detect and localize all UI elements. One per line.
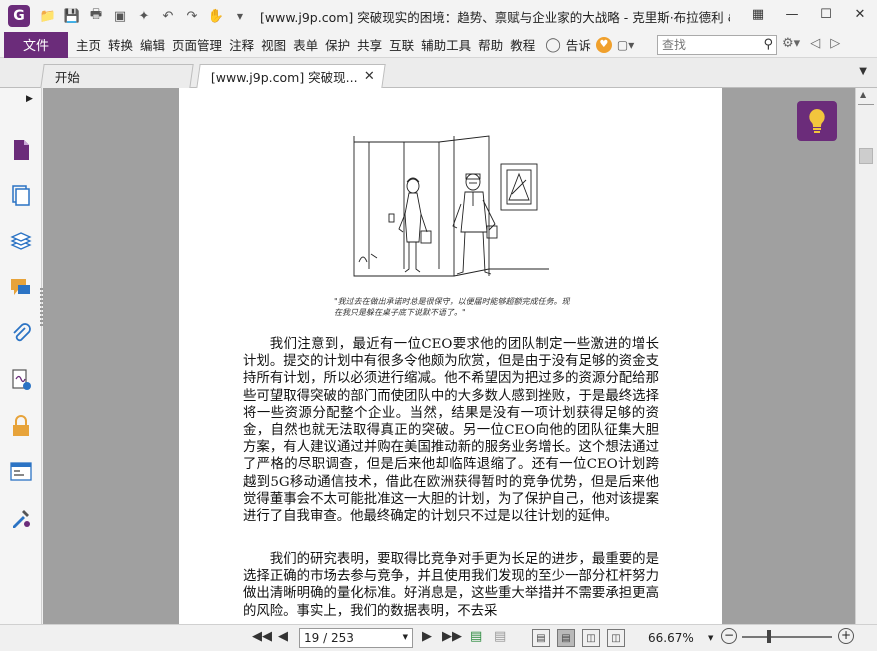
first-page-icon[interactable]: ◀◀ [252, 629, 272, 644]
comment-tool-icon[interactable]: ▢▾ [617, 38, 634, 52]
facing-view-icon[interactable]: ◫ [582, 629, 600, 647]
minimize-button[interactable]: — [775, 0, 809, 28]
illustration-caption: "我过去在做出承诺时总是很保守，以便届时能够超额完成任务。现在我只是躲在桌子底下… [334, 297, 570, 317]
last-page-icon[interactable]: ▶▶ [442, 629, 462, 644]
menu-edit[interactable]: 编辑 [140, 35, 165, 54]
hand-tool-icon[interactable]: ✋ [206, 6, 226, 26]
document-area: "我过去在做出承诺时总是很保守，以便届时能够超额完成任务。现在我只是躲在桌子底下… [43, 88, 855, 624]
menu-connect[interactable]: 互联 [389, 35, 414, 54]
scrollbar-thumb[interactable] [859, 148, 873, 164]
menu-convert[interactable]: 转换 [108, 35, 133, 54]
form-fields-icon[interactable] [9, 460, 33, 484]
zoom-level[interactable]: 66.67% [648, 631, 694, 645]
tab-label: 开始 [54, 70, 80, 85]
comments-icon[interactable] [9, 276, 33, 300]
chevron-left-icon[interactable]: ◁ [810, 36, 820, 51]
menu-protect[interactable]: 保护 [325, 35, 350, 54]
menu-accessibility[interactable]: 辅助工具 [421, 35, 471, 54]
redo-icon[interactable]: ↷ [182, 6, 202, 26]
zoom-out-button[interactable]: − [721, 628, 737, 644]
attachment-icon[interactable] [9, 322, 33, 346]
zoom-slider-track[interactable] [742, 636, 832, 638]
tab-label: [www.j9p.com] 突破现... [210, 70, 358, 85]
tell-me-label[interactable]: 告诉 [566, 35, 591, 54]
app-logo[interactable]: G [8, 5, 30, 27]
file-menu-button[interactable]: 文件 [4, 31, 68, 58]
chevron-right-icon[interactable]: ▷ [830, 36, 840, 51]
previous-page-icon[interactable]: ◀ [278, 629, 288, 644]
previous-view-icon[interactable]: ▤ [470, 629, 482, 644]
continuous-view-icon[interactable]: ▤ [557, 629, 575, 647]
title-bar: G 📁 💾 🖶 ▣ ✦ ↶ ↷ ✋ ▼ [www.j9p.com] 突破现实的困… [0, 0, 877, 32]
layers-icon[interactable] [9, 230, 33, 254]
undo-icon[interactable]: ↶ [158, 6, 178, 26]
menu-form[interactable]: 表单 [293, 35, 318, 54]
scrollbar-divider [858, 104, 874, 105]
window-controls: ▦ — ☐ ✕ [741, 0, 877, 28]
next-view-icon[interactable]: ▤ [494, 629, 506, 644]
tab-document[interactable]: [www.j9p.com] 突破现... ✕ [196, 64, 386, 88]
folder-icon[interactable]: 📁 [38, 6, 58, 26]
heart-icon[interactable]: ♥ [595, 36, 612, 53]
next-page-icon[interactable]: ▶ [422, 629, 432, 644]
signature-icon[interactable] [9, 368, 33, 392]
status-bar: ◀◀ ◀ 19 / 253 ▼ ▶ ▶▶ ▤ ▤ ▤ ▤ ◫ ◫ 66.67% … [0, 624, 877, 651]
search-icon[interactable]: ⚲ [763, 37, 773, 52]
body-paragraph: 我们的研究表明，要取得比竞争对手更为长足的进步，最重要的是选择正确的市场去参与竞… [243, 552, 659, 619]
window-title: [www.j9p.com] 突破现实的困境：趋势、禀赋与企业家的大战略 - 克里… [260, 9, 730, 25]
lightbulb-icon[interactable]: ◯ [545, 37, 561, 53]
maximize-button[interactable]: ☐ [809, 0, 843, 28]
cartoon-illustration [353, 135, 549, 277]
lock-icon[interactable] [9, 414, 33, 438]
tab-list-dropdown-icon[interactable]: ▼ [859, 66, 867, 77]
tab-bar: 开始 [www.j9p.com] 突破现... ✕ ▼ [0, 58, 877, 88]
single-page-view-icon[interactable]: ▤ [532, 629, 550, 647]
screen-icon[interactable]: ▣ [110, 6, 130, 26]
menu-bar: 文件 主页 转换 编辑 页面管理 注释 视图 表单 保护 共享 互联 辅助工具 … [0, 31, 877, 58]
new-icon[interactable]: ✦ [134, 6, 154, 26]
search-box: ⚲ [657, 35, 777, 55]
menu-share[interactable]: 共享 [357, 35, 382, 54]
close-icon[interactable]: ✕ [364, 69, 375, 84]
expand-panel-icon[interactable]: ▶ [26, 94, 33, 104]
lightbulb-icon [809, 109, 825, 133]
continuous-facing-view-icon[interactable]: ◫ [607, 629, 625, 647]
chevron-down-icon[interactable]: ▼ [403, 633, 408, 641]
vertical-scrollbar[interactable]: ▲ [855, 88, 877, 624]
print-icon[interactable]: 🖶 [86, 6, 106, 26]
tips-button[interactable] [797, 101, 837, 141]
page-thumbnail-icon[interactable] [9, 138, 33, 162]
body-paragraph: 我们注意到，最近有一位CEO要求他的团队制定一些激进的增长计划。提交的计划中有很… [243, 337, 659, 525]
save-icon[interactable]: 💾 [62, 6, 82, 26]
menu-tutorial[interactable]: 教程 [510, 35, 535, 54]
menu-comment[interactable]: 注释 [229, 35, 254, 54]
left-sidebar: ▶ [0, 88, 43, 624]
search-input[interactable] [662, 38, 756, 52]
menu-right-tools: ⚙▾ ◁ ▷ [782, 36, 840, 51]
scroll-up-icon[interactable]: ▲ [860, 90, 866, 99]
menu-page-manage[interactable]: 页面管理 [172, 35, 222, 54]
menu-view[interactable]: 视图 [261, 35, 286, 54]
menu-help[interactable]: 帮助 [478, 35, 503, 54]
menu-tools: ◯ 告诉 ♥ ▢▾ [545, 35, 634, 54]
gear-icon[interactable]: ⚙▾ [782, 36, 800, 51]
page-number-field[interactable]: 19 / 253 ▼ [299, 628, 413, 648]
zoom-slider-thumb[interactable] [767, 630, 771, 643]
pages-panel-icon[interactable] [9, 184, 33, 208]
restore-layout-icon[interactable]: ▦ [741, 0, 775, 28]
pdf-page: "我过去在做出承诺时总是很保守，以便届时能够超额完成任务。现在我只是躲在桌子底下… [179, 88, 722, 624]
menu-home[interactable]: 主页 [76, 35, 101, 54]
quick-access-toolbar: 📁 💾 🖶 ▣ ✦ ↶ ↷ ✋ ▼ [38, 6, 250, 26]
edit-tools-icon[interactable] [9, 506, 33, 530]
zoom-in-button[interactable]: + [838, 628, 854, 644]
tab-start[interactable]: 开始 [40, 64, 194, 88]
qat-dropdown-icon[interactable]: ▼ [230, 6, 250, 26]
zoom-dropdown-icon[interactable]: ▼ [708, 634, 713, 642]
page-display: 19 / 253 [304, 631, 354, 645]
close-button[interactable]: ✕ [843, 0, 877, 28]
